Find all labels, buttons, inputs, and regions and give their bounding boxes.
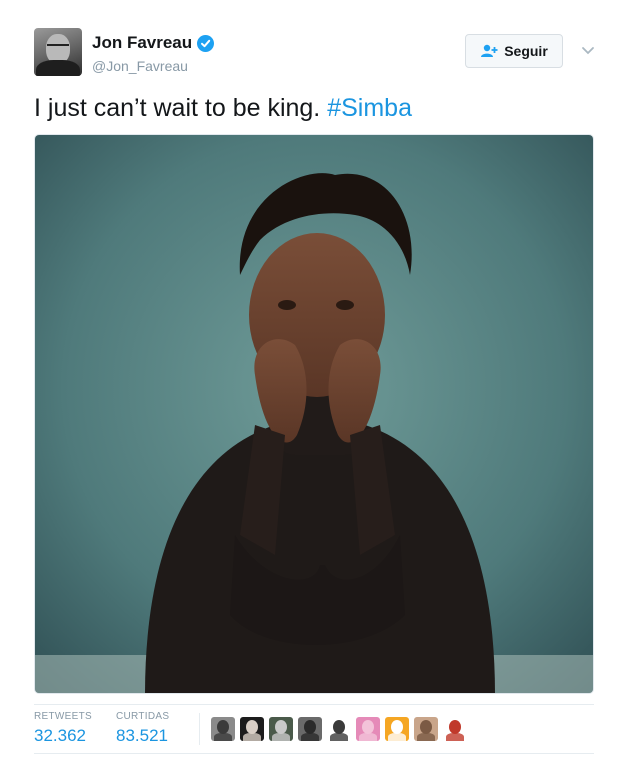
avatar-body <box>36 60 80 76</box>
liker-avatar-1-face <box>217 720 229 734</box>
author-avatar[interactable] <box>34 28 82 76</box>
liker-avatar-4[interactable] <box>298 717 322 741</box>
retweets-stat[interactable]: RETWEETS 32.362 <box>34 711 92 746</box>
liker-avatar-3-face <box>275 720 287 734</box>
liker-avatar-3-body <box>272 733 290 741</box>
liker-avatar-7-face <box>391 720 403 734</box>
liker-avatar-2[interactable] <box>240 717 264 741</box>
liker-avatar-3[interactable] <box>269 717 293 741</box>
retweets-count: 32.362 <box>34 726 86 745</box>
liker-avatar-8[interactable] <box>414 717 438 741</box>
liker-avatar-9-body <box>446 733 464 741</box>
author-handle[interactable]: @Jon_Favreau <box>92 58 188 74</box>
liker-avatar-9-face <box>449 720 461 734</box>
liker-avatar-8-face <box>420 720 432 734</box>
retweets-label: RETWEETS <box>34 711 92 722</box>
liker-avatar-7[interactable] <box>385 717 409 741</box>
liker-avatar-1-body <box>214 733 232 741</box>
stats-divider <box>199 713 200 745</box>
avatar-glasses <box>47 44 69 51</box>
liker-avatar-5-body <box>330 733 348 741</box>
follow-button[interactable]: Seguir <box>465 34 563 68</box>
chevron-down-icon[interactable] <box>580 42 596 58</box>
liker-avatar-6[interactable] <box>356 717 380 741</box>
tweet-text-body: I just can’t wait to be king. <box>34 94 328 122</box>
liker-avatar-2-body <box>243 733 261 741</box>
liker-avatar-4-face <box>304 720 316 734</box>
likes-count: 83.521 <box>116 726 168 745</box>
liker-avatar-4-body <box>301 733 319 741</box>
author-name-row[interactable]: Jon Favreau <box>92 33 215 53</box>
likes-label: CURTIDAS <box>116 711 170 722</box>
verified-badge-icon <box>197 34 215 52</box>
likes-stat[interactable]: CURTIDAS 83.521 <box>116 711 169 746</box>
tweet-text: I just can’t wait to be king. #Simba <box>34 92 412 124</box>
liker-avatar-1[interactable] <box>211 717 235 741</box>
follow-button-label: Seguir <box>504 43 548 59</box>
liker-avatar-6-body <box>359 733 377 741</box>
liker-avatar-9[interactable] <box>443 717 467 741</box>
tweet-stats: RETWEETS 32.362 CURTIDAS 83.521 <box>34 704 594 754</box>
liker-avatar-2-face <box>246 720 258 734</box>
liker-avatar-5-face <box>333 720 345 734</box>
hashtag-link[interactable]: #Simba <box>327 94 412 122</box>
tweet-photo[interactable] <box>34 134 594 694</box>
liker-avatar-6-face <box>362 720 374 734</box>
tweet-header: Jon Favreau @Jon_Favreau Seguir <box>34 28 606 80</box>
add-user-icon <box>480 44 498 58</box>
liker-avatar-8-body <box>417 733 435 741</box>
author-display-name[interactable]: Jon Favreau <box>92 33 192 53</box>
liker-avatar-7-body <box>388 733 406 741</box>
liker-avatar-5[interactable] <box>327 717 351 741</box>
